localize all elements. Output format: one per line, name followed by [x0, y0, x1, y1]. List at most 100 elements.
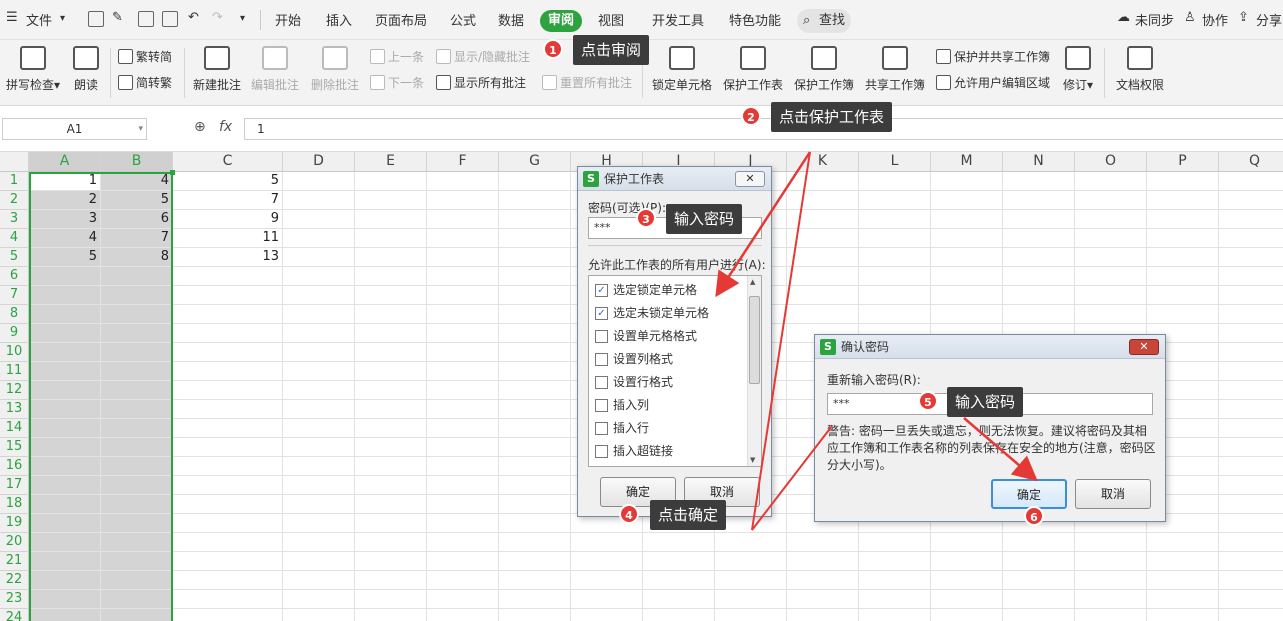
cell-P5[interactable] [1147, 248, 1219, 267]
checkbox-checked[interactable]: ✓ [595, 284, 608, 297]
prev-comment-button[interactable]: 上一条 [370, 48, 424, 65]
checkbox-checked[interactable]: ✓ [595, 307, 608, 320]
cell-L21[interactable] [859, 552, 931, 571]
cell-Q12[interactable] [1219, 381, 1283, 400]
tab-home[interactable]: 开始 [275, 10, 301, 29]
cell-G10[interactable] [499, 343, 571, 362]
permission-option[interactable]: ✓ 选定锁定单元格 [595, 280, 697, 300]
cell-F10[interactable] [427, 343, 499, 362]
cell-L5[interactable] [859, 248, 931, 267]
cell-F13[interactable] [427, 400, 499, 419]
cell-G3[interactable] [499, 210, 571, 229]
tab-review[interactable]: 审阅 [540, 10, 582, 32]
tab-data[interactable]: 数据 [498, 10, 524, 29]
cell-L23[interactable] [859, 590, 931, 609]
cell-C2[interactable]: 7 [173, 191, 283, 210]
column-header-C[interactable]: C [173, 152, 283, 172]
cell-J22[interactable] [715, 571, 787, 590]
column-header-N[interactable]: N [1003, 152, 1075, 172]
cell-F15[interactable] [427, 438, 499, 457]
cell-C5[interactable]: 13 [173, 248, 283, 267]
cell-Q4[interactable] [1219, 229, 1283, 248]
cell-N1[interactable] [1003, 172, 1075, 191]
close-button[interactable]: ✕ [1129, 339, 1159, 355]
cell-O22[interactable] [1075, 571, 1147, 590]
cell-N21[interactable] [1003, 552, 1075, 571]
cell-L3[interactable] [859, 210, 931, 229]
cell-O6[interactable] [1075, 267, 1147, 286]
cell-N4[interactable] [1003, 229, 1075, 248]
cell-O20[interactable] [1075, 533, 1147, 552]
cell-F14[interactable] [427, 419, 499, 438]
cell-Q9[interactable] [1219, 324, 1283, 343]
permission-option[interactable]: 设置列格式 [595, 349, 673, 369]
cell-D10[interactable] [283, 343, 355, 362]
cell-M24[interactable] [931, 609, 1003, 621]
cell-D17[interactable] [283, 476, 355, 495]
scrollbar[interactable]: ▲ ▼ [747, 276, 761, 466]
cancel-button[interactable]: 取消 [1075, 479, 1151, 509]
cell-C17[interactable] [173, 476, 283, 495]
row-header-11[interactable]: 11 [0, 362, 29, 381]
cell-F20[interactable] [427, 533, 499, 552]
cell-F21[interactable] [427, 552, 499, 571]
cell-D2[interactable] [283, 191, 355, 210]
cell-K5[interactable] [787, 248, 859, 267]
save-icon[interactable] [88, 11, 104, 27]
cell-K7[interactable] [787, 286, 859, 305]
cell-P23[interactable] [1147, 590, 1219, 609]
checkbox-unchecked[interactable] [595, 422, 608, 435]
row-header-22[interactable]: 22 [0, 571, 29, 590]
column-header-B[interactable]: B [101, 152, 173, 172]
cell-L2[interactable] [859, 191, 931, 210]
allow-edit-ranges-button[interactable]: 允许用户编辑区域 [936, 74, 1050, 91]
cell-L22[interactable] [859, 571, 931, 590]
column-header-L[interactable]: L [859, 152, 931, 172]
cell-N23[interactable] [1003, 590, 1075, 609]
cell-Q17[interactable] [1219, 476, 1283, 495]
cell-K24[interactable] [787, 609, 859, 621]
cell-E12[interactable] [355, 381, 427, 400]
tab-view[interactable]: 视图 [598, 10, 624, 29]
cell-D16[interactable] [283, 457, 355, 476]
row-header-13[interactable]: 13 [0, 400, 29, 419]
cell-K20[interactable] [787, 533, 859, 552]
cell-Q2[interactable] [1219, 191, 1283, 210]
cell-E5[interactable] [355, 248, 427, 267]
cell-N20[interactable] [1003, 533, 1075, 552]
cell-L24[interactable] [859, 609, 931, 621]
permission-option[interactable]: 插入行 [595, 418, 649, 438]
protect-workbook-button[interactable]: 保护工作簿 [793, 46, 855, 93]
cell-K4[interactable] [787, 229, 859, 248]
cell-G21[interactable] [499, 552, 571, 571]
edit-comment-button[interactable]: 编辑批注 [250, 46, 300, 93]
cell-O4[interactable] [1075, 229, 1147, 248]
cell-C18[interactable] [173, 495, 283, 514]
cell-F5[interactable] [427, 248, 499, 267]
cell-F8[interactable] [427, 305, 499, 324]
column-header-P[interactable]: P [1147, 152, 1219, 172]
cell-C12[interactable] [173, 381, 283, 400]
cell-F22[interactable] [427, 571, 499, 590]
fx-icon[interactable]: fx [219, 119, 232, 135]
cell-C16[interactable] [173, 457, 283, 476]
cell-O3[interactable] [1075, 210, 1147, 229]
row-header-2[interactable]: 2 [0, 191, 29, 210]
cell-C13[interactable] [173, 400, 283, 419]
row-header-24[interactable]: 24 [0, 609, 29, 621]
row-header-18[interactable]: 18 [0, 495, 29, 514]
cell-Q21[interactable] [1219, 552, 1283, 571]
cell-G18[interactable] [499, 495, 571, 514]
column-header-Q[interactable]: Q [1219, 152, 1283, 172]
cell-E13[interactable] [355, 400, 427, 419]
cell-E17[interactable] [355, 476, 427, 495]
toggle-comments-button[interactable]: 显示/隐藏批注 [436, 48, 530, 65]
undo-icon[interactable]: ↶ [188, 10, 199, 25]
column-header-M[interactable]: M [931, 152, 1003, 172]
close-button[interactable]: ✕ [735, 171, 765, 187]
permission-option[interactable]: 插入列 [595, 395, 649, 415]
cell-D18[interactable] [283, 495, 355, 514]
cell-G24[interactable] [499, 609, 571, 621]
permission-option[interactable]: 删除列 [595, 464, 649, 466]
fill-handle[interactable] [170, 170, 175, 175]
